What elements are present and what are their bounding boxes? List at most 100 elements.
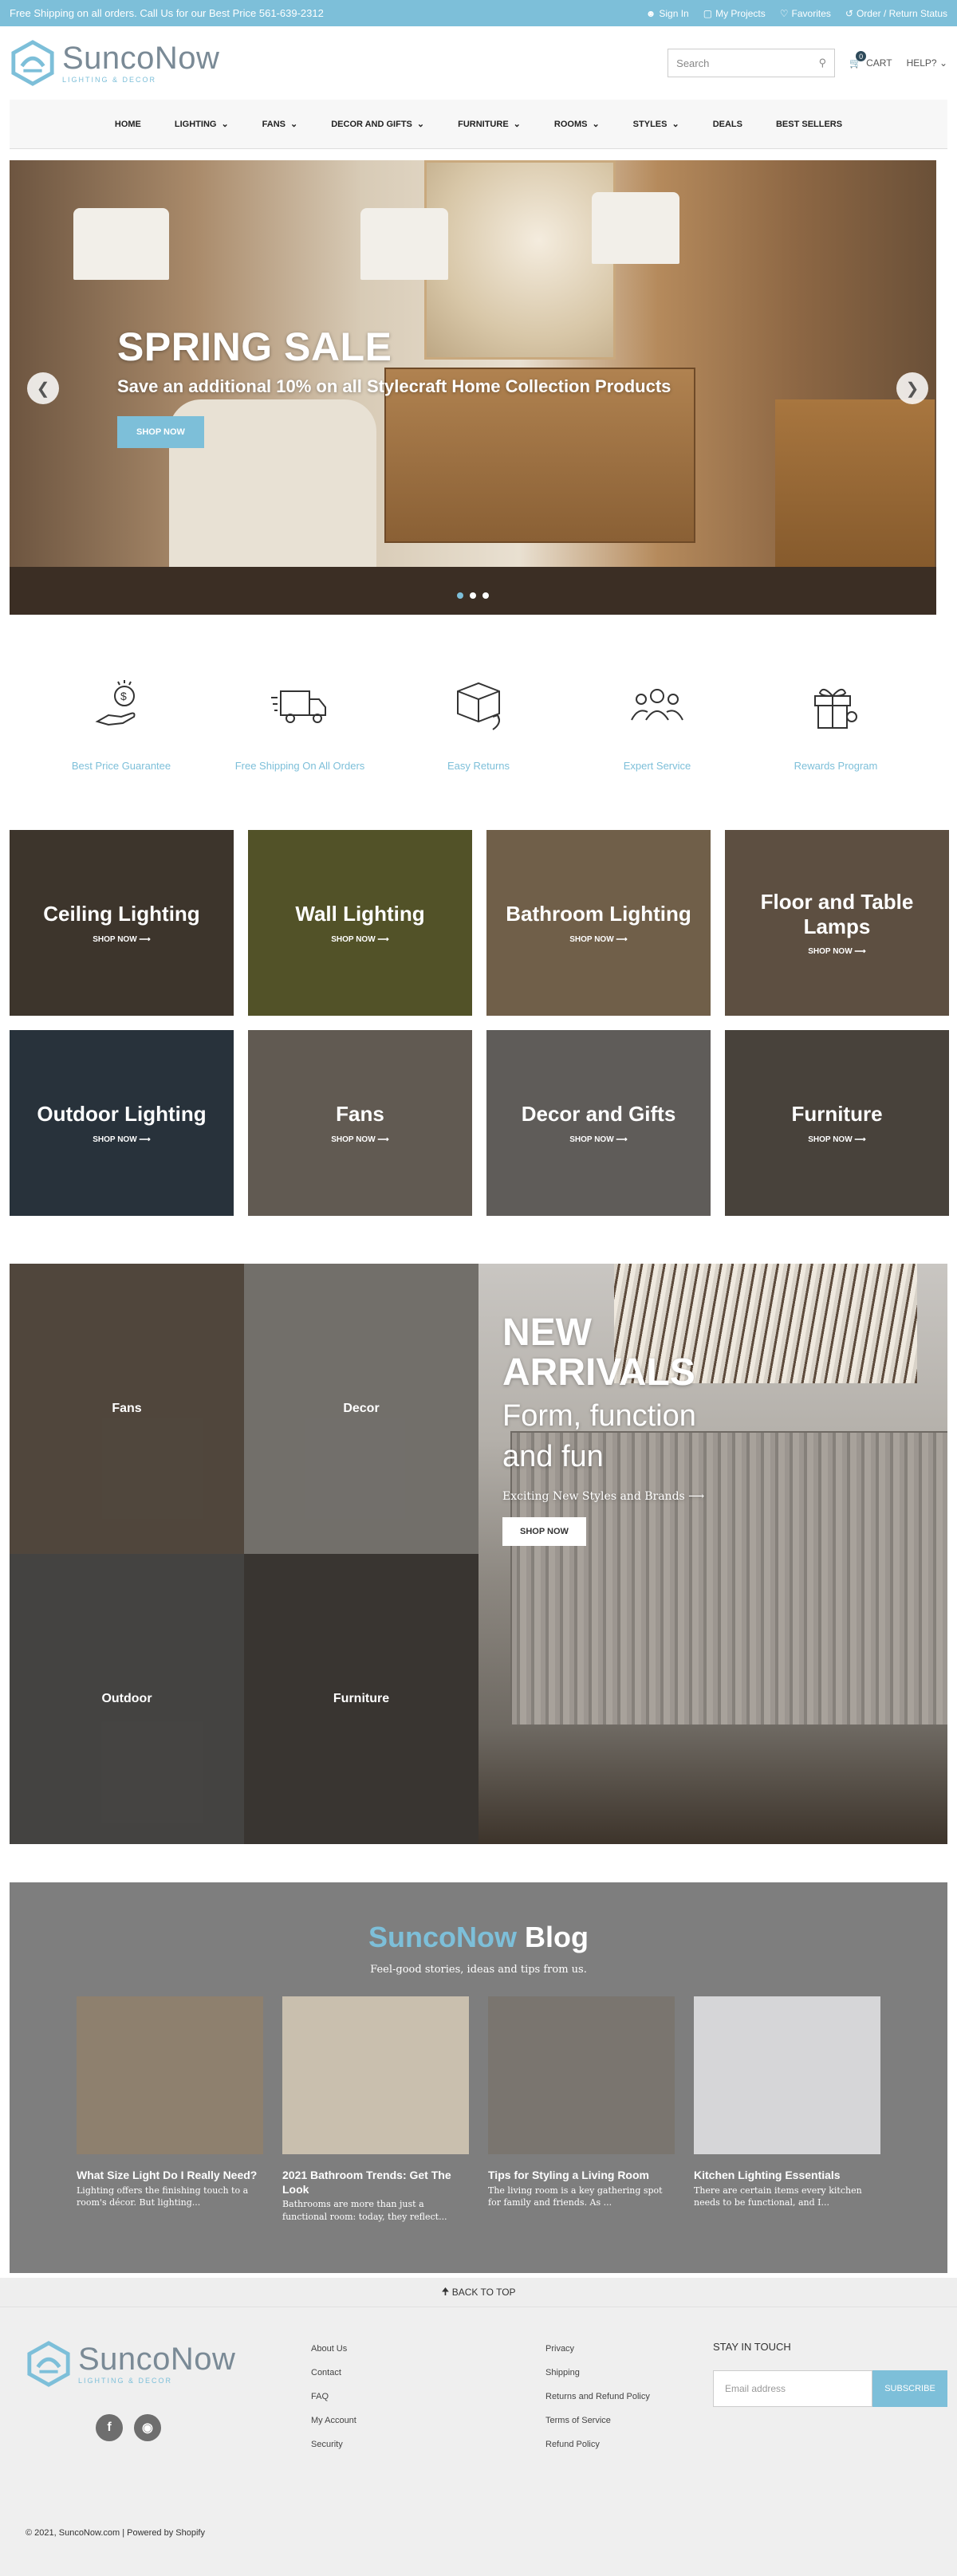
arrival-tile-outdoor[interactable]: Outdoor [10,1554,244,1844]
category-title: Decor and Gifts [521,1102,676,1127]
category-grid: Ceiling Lighting SHOP NOW ⟶ Wall Lightin… [0,830,957,1216]
return-icon: ↺ [845,7,853,19]
blog-post-title[interactable]: What Size Light Do I Really Need? [77,2169,263,2183]
blog-post-image[interactable] [694,1996,880,2154]
category-tile-ceiling-lighting[interactable]: Ceiling Lighting SHOP NOW ⟶ [10,830,234,1016]
hero-lamp-shade [592,192,679,264]
blog-post-title[interactable]: 2021 Bathroom Trends: Get The Look [282,2169,469,2196]
feature-free-shipping[interactable]: Free Shipping On All Orders [220,674,380,772]
slider-next-arrow-icon[interactable]: ❯ [896,372,928,404]
category-shop-now-link[interactable]: SHOP NOW ⟶ [808,1135,866,1144]
category-tile-furniture[interactable]: Furniture SHOP NOW ⟶ [725,1030,949,1216]
site-header: SuncoNow LIGHTING & DECOR Search ⚲ 🛒 0 C… [0,26,957,100]
footer-link-privacy[interactable]: Privacy [545,2344,713,2354]
category-tile-decor-and-gifts[interactable]: Decor and Gifts SHOP NOW ⟶ [486,1030,711,1216]
cart-button[interactable]: 🛒 0 CART [849,51,892,69]
footer-link-returns-refund[interactable]: Returns and Refund Policy [545,2392,713,2401]
nav-item-home[interactable]: HOME [98,120,158,129]
slider-dot[interactable] [482,592,489,599]
chevron-down-icon: ⌄ [221,120,229,129]
logo[interactable]: SuncoNow LIGHTING & DECOR [10,40,219,86]
blog-post-title[interactable]: Tips for Styling a Living Room [488,2169,675,2183]
category-tile-fans[interactable]: Fans SHOP NOW ⟶ [248,1030,472,1216]
facebook-icon[interactable]: f [96,2414,123,2441]
cart-label: CART [866,57,892,69]
footer-link-terms[interactable]: Terms of Service [545,2416,713,2425]
category-shop-now-link[interactable]: SHOP NOW ⟶ [569,935,628,944]
subscribe-button[interactable]: SUBSCRIBE [872,2370,947,2407]
footer-links-col1: About Us Contact FAQ My Account Security [311,2341,545,2449]
hero-content: SPRING SALE Save an additional 10% on al… [117,324,671,448]
feature-label: Expert Service [623,759,691,772]
category-shop-now-link[interactable]: SHOP NOW ⟶ [569,1135,628,1144]
my-projects-link[interactable]: ▢ My Projects [703,8,766,19]
footer-link-refund-policy[interactable]: Refund Policy [545,2440,713,2449]
slider-prev-arrow-icon[interactable]: ❮ [27,372,59,404]
footer-link-about-us[interactable]: About Us [311,2344,545,2354]
feature-expert-service[interactable]: Expert Service [577,674,737,772]
site-footer: SuncoNow LIGHTING & DECOR f ◉ About Us C… [0,2307,957,2576]
folder-icon: ▢ [703,7,713,19]
category-tile-floor-and-table-lamps[interactable]: Floor and Table Lamps SHOP NOW ⟶ [725,830,949,1016]
feature-best-price[interactable]: $ Best Price Guarantee [41,674,201,772]
blog-post-image[interactable] [488,1996,675,2154]
gift-icon [814,688,857,729]
search-icon[interactable]: ⚲ [819,57,827,69]
footer-link-contact[interactable]: Contact [311,2368,545,2377]
arrival-tile-decor[interactable]: Decor [244,1264,478,1554]
category-shop-now-link[interactable]: SHOP NOW ⟶ [808,947,866,956]
arrival-tile-furniture[interactable]: Furniture [244,1554,478,1844]
nav-item-decor-and-gifts[interactable]: DECOR AND GIFTS ⌄ [314,119,441,130]
blog-post-card[interactable]: Tips for Styling a Living Room The livin… [488,1996,675,2224]
email-field[interactable]: Email address [713,2370,872,2407]
category-tile-wall-lighting[interactable]: Wall Lighting SHOP NOW ⟶ [248,830,472,1016]
feature-easy-returns[interactable]: Easy Returns [399,674,558,772]
slider-dot[interactable] [457,592,463,599]
arrival-tile-fans[interactable]: Fans [10,1264,244,1554]
slider-dot[interactable] [470,592,476,599]
announcement-text: Free Shipping on all orders. Call Us for… [10,7,324,19]
category-shop-now-link[interactable]: SHOP NOW ⟶ [93,1135,151,1144]
back-to-top-button[interactable]: 🠉 BACK TO TOP [0,2278,957,2307]
new-arrivals-link[interactable]: Exciting New Styles and Brands ⟶ [502,1490,704,1503]
search-input[interactable]: Search ⚲ [668,49,836,77]
nav-item-styles[interactable]: STYLES ⌄ [616,119,696,130]
category-title: Ceiling Lighting [43,902,200,926]
category-title: Outdoor Lighting [37,1102,207,1127]
footer-logo[interactable]: SuncoNow LIGHTING & DECOR [26,2341,311,2387]
blog-post-image[interactable] [77,1996,263,2154]
help-dropdown[interactable]: HELP? ⌄ [907,57,947,69]
blog-post-card[interactable]: Kitchen Lighting Essentials There are ce… [694,1996,880,2224]
footer-brand: SuncoNow LIGHTING & DECOR f ◉ [26,2341,311,2449]
blog-word: Blog [525,1921,589,1953]
new-arrivals-shop-now-button[interactable]: SHOP NOW [502,1516,586,1546]
order-status-link[interactable]: ↺ Order / Return Status [845,8,947,19]
favorites-link[interactable]: ♡ Favorites [780,8,831,19]
nav-item-furniture[interactable]: FURNITURE ⌄ [441,119,538,130]
category-shop-now-link[interactable]: SHOP NOW ⟶ [93,935,151,944]
blog-post-image[interactable] [282,1996,469,2154]
footer-link-shipping[interactable]: Shipping [545,2368,713,2377]
blog-post-card[interactable]: What Size Light Do I Really Need? Lighti… [77,1996,263,2224]
category-tile-bathroom-lighting[interactable]: Bathroom Lighting SHOP NOW ⟶ [486,830,711,1016]
sign-in-link[interactable]: ☻ Sign In [646,8,689,19]
chevron-down-icon: ⌄ [416,120,425,129]
footer-link-faq[interactable]: FAQ [311,2392,545,2401]
nav-item-best-sellers[interactable]: BEST SELLERS [759,120,859,129]
instagram-icon[interactable]: ◉ [134,2414,161,2441]
hero-shop-now-button[interactable]: SHOP NOW [117,416,204,448]
feature-rewards-program[interactable]: Rewards Program [756,674,916,772]
blog-post-title[interactable]: Kitchen Lighting Essentials [694,2169,880,2183]
category-shop-now-link[interactable]: SHOP NOW ⟶ [331,935,389,944]
chevron-down-icon: ⌄ [290,120,298,129]
category-tile-outdoor-lighting[interactable]: Outdoor Lighting SHOP NOW ⟶ [10,1030,234,1216]
blog-post-card[interactable]: 2021 Bathroom Trends: Get The Look Bathr… [282,1996,469,2224]
footer-link-my-account[interactable]: My Account [311,2416,545,2425]
category-shop-now-link[interactable]: SHOP NOW ⟶ [331,1135,389,1144]
nav-item-rooms[interactable]: ROOMS ⌄ [538,119,616,130]
new-arrivals-banner: NEW ARRIVALS Form, function and fun Exci… [478,1264,947,1844]
nav-item-fans[interactable]: FANS ⌄ [246,119,315,130]
nav-item-deals[interactable]: DEALS [696,120,759,129]
footer-link-security[interactable]: Security [311,2440,545,2449]
nav-item-lighting[interactable]: LIGHTING ⌄ [158,119,246,130]
